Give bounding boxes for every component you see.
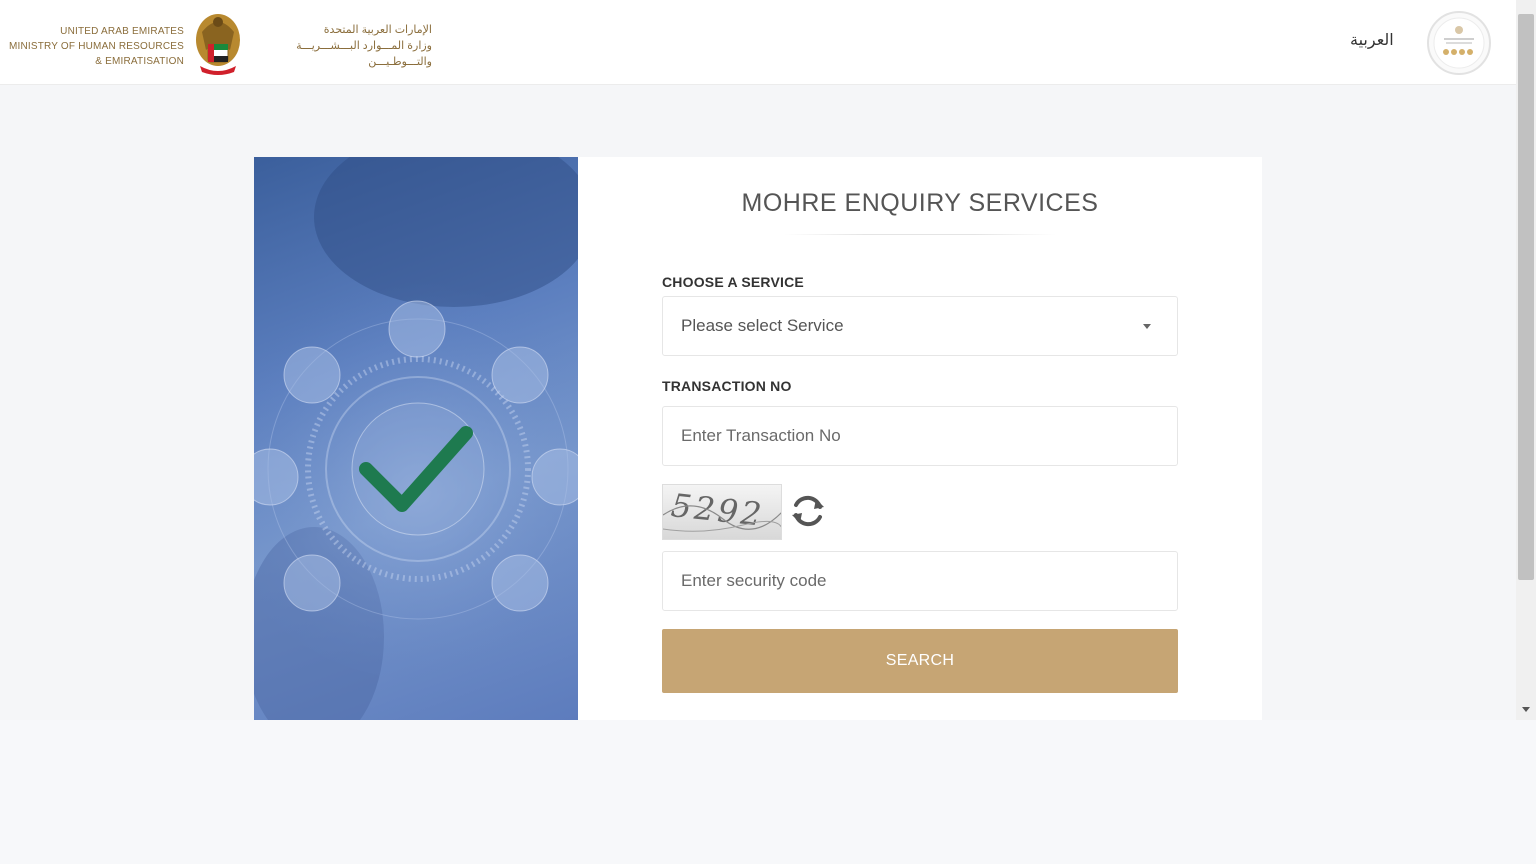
- site-header: UNITED ARAB EMIRATES MINISTRY OF HUMAN R…: [0, 0, 1516, 85]
- enquiry-form: MOHRE ENQUIRY SERVICES CHOOSE A SERVICE …: [578, 157, 1262, 720]
- page-footer-area: [0, 720, 1536, 864]
- hero-illustration: [254, 157, 578, 720]
- vertical-scrollbar[interactable]: [1516, 0, 1536, 720]
- enquiry-card: MOHRE ENQUIRY SERVICES CHOOSE A SERVICE …: [254, 157, 1262, 720]
- transaction-label: TRANSACTION NO: [662, 378, 792, 394]
- search-button[interactable]: SEARCH: [662, 629, 1178, 693]
- logo-en-line-3: & EMIRATISATION: [95, 56, 184, 67]
- page-title: MOHRE ENQUIRY SERVICES: [741, 189, 1099, 217]
- logo-en-line-2: MINISTRY OF HUMAN RESOURCES: [8, 41, 184, 52]
- security-code-input[interactable]: [662, 551, 1178, 611]
- title-divider: [784, 234, 1056, 235]
- service-select[interactable]: Please select Service: [662, 296, 1178, 356]
- logo-en-line-1: UNITED ARAB EMIRATES: [60, 26, 184, 37]
- ministry-logo-arabic[interactable]: الإمارات العربية المتحدة وزارة المـــوار…: [252, 22, 432, 70]
- logo-ar-line-2: وزارة المـــوارد البـــشـــريـــة: [296, 40, 432, 52]
- uae-falcon-emblem-icon: [196, 14, 240, 75]
- hero-checkmark-image: [254, 157, 578, 720]
- scroll-down-arrow-icon[interactable]: [1522, 707, 1530, 712]
- captcha-noise: [663, 505, 781, 532]
- star-rating-seal-icon: [1427, 11, 1491, 75]
- logo-ar-line-1: الإمارات العربية المتحدة: [323, 24, 432, 36]
- scrollbar-thumb[interactable]: [1518, 14, 1534, 580]
- refresh-captcha-icon[interactable]: [788, 491, 828, 531]
- transaction-input[interactable]: [662, 406, 1178, 466]
- page-viewport: UNITED ARAB EMIRATES MINISTRY OF HUMAN R…: [0, 0, 1516, 720]
- chevron-down-icon: [1143, 324, 1151, 329]
- arabic-language-link[interactable]: العربية: [1350, 30, 1394, 50]
- ministry-logo-english[interactable]: UNITED ARAB EMIRATES MINISTRY OF HUMAN R…: [6, 24, 184, 69]
- service-selected-value: Please select Service: [681, 316, 844, 335]
- logo-ar-line-3: والتـــوطـيـــن: [368, 56, 432, 68]
- captcha-image: 5292: [662, 484, 782, 540]
- service-label: CHOOSE A SERVICE: [662, 274, 804, 290]
